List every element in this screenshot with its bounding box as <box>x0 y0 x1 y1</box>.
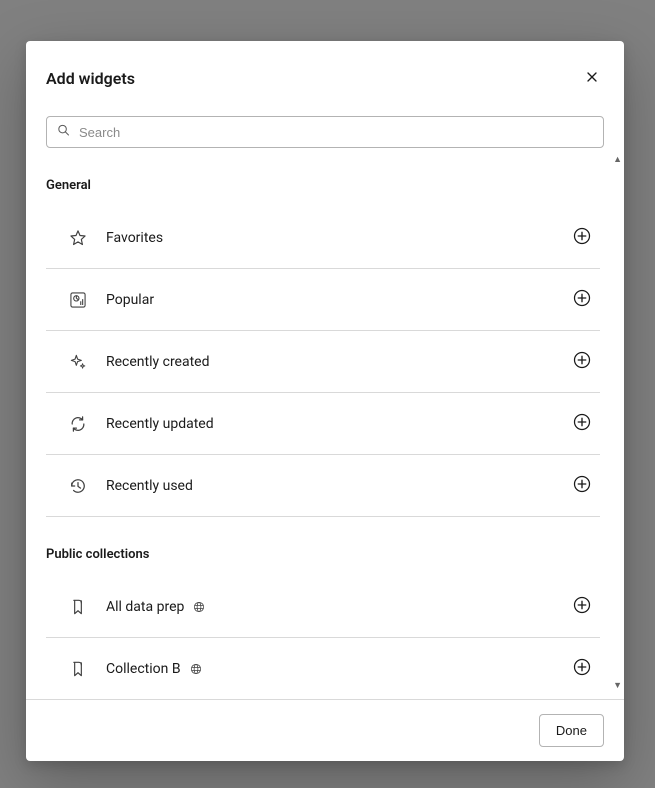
modal-footer: Done <box>26 699 624 761</box>
sparkles-icon <box>68 352 88 372</box>
list-item-label: All data prep <box>106 599 184 615</box>
globe-icon <box>192 600 206 614</box>
list-item: Favorites <box>46 207 600 269</box>
done-button[interactable]: Done <box>539 714 604 747</box>
list-item: Collection B <box>46 638 600 699</box>
bookmark-icon <box>68 597 88 617</box>
close-icon <box>584 69 600 88</box>
search-field <box>46 116 604 148</box>
section-public-collections: Public collections All data prep Collect… <box>46 547 600 699</box>
list-item-label: Popular <box>106 292 154 308</box>
list-item-label: Recently updated <box>106 416 214 432</box>
plus-circle-icon <box>572 412 592 435</box>
add-button[interactable] <box>568 408 596 439</box>
modal-title: Add widgets <box>46 69 135 88</box>
scroll-up-arrow-icon: ▲ <box>613 156 622 165</box>
plus-circle-icon <box>572 595 592 618</box>
section-general: General Favorites Popular Recently creat… <box>46 178 600 517</box>
list-item-label: Recently created <box>106 354 210 370</box>
add-button[interactable] <box>568 591 596 622</box>
plus-circle-icon <box>572 657 592 680</box>
add-button[interactable] <box>568 346 596 377</box>
popular-icon <box>68 290 88 310</box>
history-icon <box>68 476 88 496</box>
add-button[interactable] <box>568 222 596 253</box>
close-button[interactable] <box>578 63 606 94</box>
widget-list-scroll[interactable]: General Favorites Popular Recently creat… <box>46 178 604 699</box>
list-item: Recently updated <box>46 393 600 455</box>
section-label: Public collections <box>46 547 600 562</box>
add-widgets-modal: Add widgets ▲ General Favorites <box>26 41 624 761</box>
list-item: Recently used <box>46 455 600 517</box>
list-item-label: Favorites <box>106 230 163 246</box>
modal-header: Add widgets <box>26 41 624 94</box>
add-button[interactable] <box>568 284 596 315</box>
scroll-down-arrow-icon: ▼ <box>613 682 622 691</box>
modal-body: ▲ General Favorites Popular <box>26 94 624 699</box>
search-input[interactable] <box>46 116 604 148</box>
plus-circle-icon <box>572 288 592 311</box>
plus-circle-icon <box>572 474 592 497</box>
plus-circle-icon <box>572 350 592 373</box>
list-item: Recently created <box>46 331 600 393</box>
globe-icon <box>189 662 203 676</box>
add-button[interactable] <box>568 653 596 684</box>
list-item: All data prep <box>46 576 600 638</box>
plus-circle-icon <box>572 226 592 249</box>
bookmark-icon <box>68 659 88 679</box>
add-button[interactable] <box>568 470 596 501</box>
star-icon <box>68 228 88 248</box>
section-label: General <box>46 178 600 193</box>
list-item-label: Recently used <box>106 478 193 494</box>
list-item: Popular <box>46 269 600 331</box>
refresh-icon <box>68 414 88 434</box>
list-item-label: Collection B <box>106 661 181 677</box>
